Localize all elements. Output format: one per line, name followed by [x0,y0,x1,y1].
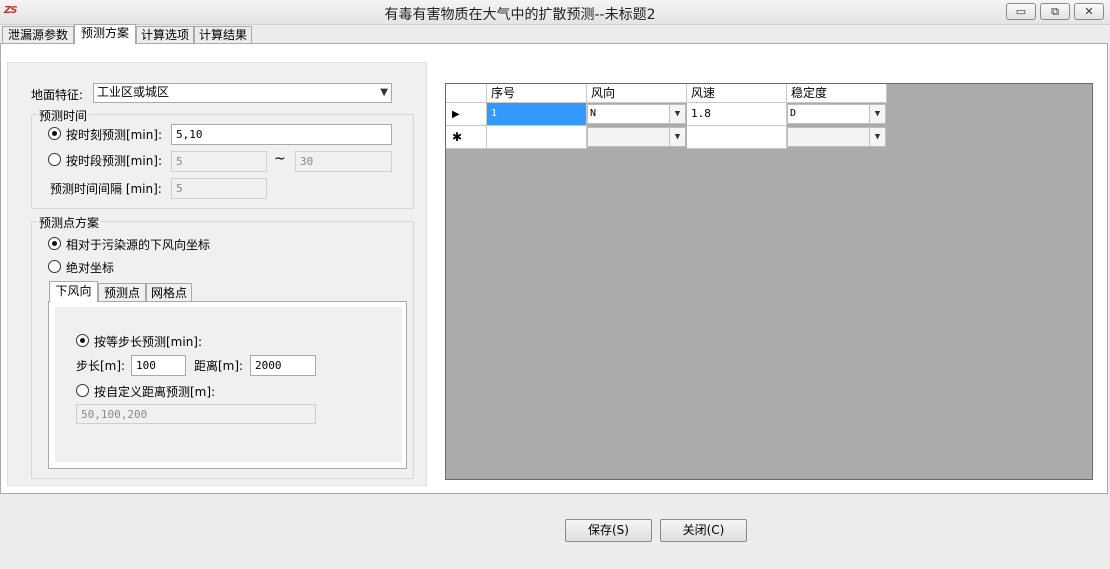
period-from-input[interactable]: 5 [171,151,267,172]
cell-index[interactable]: 1 [487,103,587,126]
relative-coords-radio[interactable] [48,237,61,250]
tab-calc-results[interactable]: 计算结果 [194,26,252,44]
by-period-label: 按时段预测[min]: [66,154,163,168]
tab-calc-options[interactable]: 计算选项 [136,26,194,44]
prediction-point-group-title: 预测点方案 [37,214,102,231]
surface-feature-label: 地面特征: [31,88,84,102]
tab-leak-source[interactable]: 泄漏源参数 [2,26,74,44]
chevron-down-icon: ▼ [380,87,388,98]
distance-input[interactable]: 2000 [250,355,316,376]
new-cell-stability-select[interactable]: ▼ [787,127,886,147]
title-bar: ZS 有毒有害物质在大气中的扩散预测--未标题2 ▭ ⧉ ✕ [0,0,1110,25]
save-button[interactable]: 保存(S) [565,519,652,542]
new-cell-direction-select[interactable]: ▼ [587,127,686,147]
custom-distance-label: 按自定义距离预测[m]: [94,385,216,399]
column-header-stability[interactable]: 稳定度 [787,84,887,103]
distance-label: 距离[m]: [194,359,244,373]
relative-coords-label: 相对于污染源的下风向坐标 [66,238,211,252]
by-moment-label: 按时刻预测[min]: [66,128,163,142]
surface-feature-value: 工业区或城区 [97,85,170,99]
interval-label: 预测时间间隔 [min]: [50,182,162,196]
by-period-radio[interactable] [48,153,61,166]
row-selector-current-icon[interactable]: ▶ [446,103,487,126]
period-range-tilde: ~ [274,151,286,167]
equal-step-label: 按等步长预测[min]: [94,335,203,349]
cell-stability-select[interactable]: D ▼ [787,104,886,124]
prediction-time-group-title: 预测时间 [37,107,90,124]
custom-distance-radio[interactable] [76,384,89,397]
tab-prediction-plan[interactable]: 预测方案 [74,24,136,44]
row-selector-new-icon[interactable]: ✱ [446,126,487,149]
cell-direction-select[interactable]: N ▼ [587,104,686,124]
step-input[interactable]: 100 [131,355,186,376]
chevron-down-icon: ▼ [669,128,685,146]
cell-direction-value: N [590,108,597,119]
chevron-down-icon: ▼ [669,105,685,123]
step-label: 步长[m]: [76,359,126,373]
close-window-button[interactable]: ✕ [1074,3,1104,20]
by-moment-input[interactable]: 5,10 [171,124,392,145]
tab-grid-points[interactable]: 网格点 [146,283,192,302]
window-title: 有毒有害物质在大气中的扩散预测--未标题2 [384,7,656,23]
tab-prediction-points[interactable]: 预测点 [98,283,146,302]
absolute-coords-radio[interactable] [48,260,61,273]
column-header-speed[interactable]: 风速 [687,84,787,103]
tab-downwind[interactable]: 下风向 [49,281,98,302]
custom-distance-input[interactable]: 50,100,200 [76,404,316,424]
by-moment-radio[interactable] [48,127,61,140]
close-button[interactable]: 关闭(C) [660,519,747,542]
new-cell-index[interactable] [487,126,587,149]
cell-stability-value: D [790,108,797,119]
column-header-direction[interactable]: 风向 [587,84,687,103]
grid-corner-header [446,84,487,103]
chevron-down-icon: ▼ [869,128,885,146]
chevron-down-icon: ▼ [869,105,885,123]
surface-feature-select[interactable]: 工业区或城区 ▼ [93,83,392,103]
period-to-input[interactable]: 30 [295,151,392,172]
minimize-button[interactable]: ▭ [1006,3,1036,20]
interval-input[interactable]: 5 [171,178,267,199]
equal-step-radio[interactable] [76,334,89,347]
restore-button[interactable]: ⧉ [1040,3,1070,20]
absolute-coords-label: 绝对坐标 [66,261,115,275]
column-header-index[interactable]: 序号 [487,84,587,103]
cell-speed[interactable]: 1.8 [687,103,787,126]
new-cell-speed[interactable] [687,126,787,149]
